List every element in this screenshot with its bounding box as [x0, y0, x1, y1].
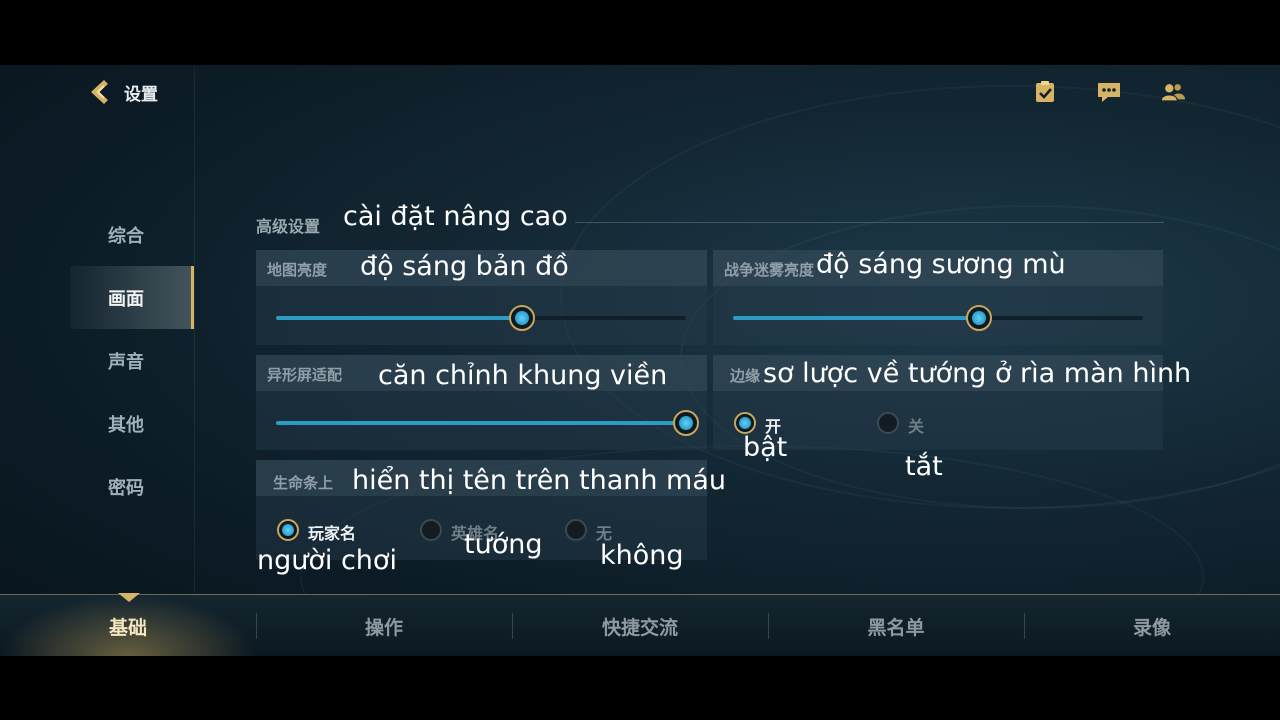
sidebar-item-display[interactable]: 画面	[70, 266, 194, 329]
tab-label: 黑名单	[867, 616, 925, 639]
hero-name-radio[interactable]	[420, 519, 442, 541]
bottom-tab-bar: 基础 操作 快捷交流 黑名单 录像	[0, 593, 1280, 656]
checklist-icon[interactable]	[1032, 79, 1058, 105]
friends-icon[interactable]	[1160, 79, 1186, 105]
section-divider	[575, 222, 1164, 223]
sidebar-nav: 综合 画面 声音 其他 密码	[70, 203, 194, 518]
edge-hero-on-radio[interactable]	[734, 412, 756, 434]
tab-quick-chat[interactable]: 快捷交流	[512, 595, 768, 656]
sidebar-item-other[interactable]: 其他	[70, 392, 194, 455]
slider-fill	[276, 316, 522, 320]
slider-knob[interactable]	[966, 305, 992, 331]
notch-adapt-subtitle: căn chỉnh khung viền	[378, 360, 668, 391]
notch-adapt-slider[interactable]	[276, 410, 699, 436]
sidebar-item-label: 画面	[108, 288, 144, 310]
sidebar-item-password[interactable]: 密码	[70, 455, 194, 518]
edge-hero-on-subtitle: bật	[743, 432, 788, 463]
no-name-radio[interactable]	[565, 519, 587, 541]
map-brightness-label: 地图亮度	[267, 261, 328, 279]
slider-knob[interactable]	[509, 305, 535, 331]
fog-brightness-slider[interactable]	[733, 305, 1143, 331]
notch-adapt-label: 异形屏适配	[267, 366, 343, 384]
slider-fill	[733, 316, 979, 320]
edge-hero-off-radio[interactable]	[877, 412, 899, 434]
slider-knob[interactable]	[673, 410, 699, 436]
back-arrow-icon	[91, 80, 108, 104]
tab-blacklist[interactable]: 黑名单	[768, 595, 1024, 656]
tab-controls[interactable]: 操作	[256, 595, 512, 656]
game-settings-screen: 设置 综合 画面 声音 其他 密码 高级设置 cài đặt nâng cao …	[0, 65, 1280, 656]
slider-fill	[276, 421, 686, 425]
player-name-label: 玩家名	[308, 524, 357, 543]
tab-replay[interactable]: 录像	[1024, 595, 1280, 656]
no-name-subtitle: không	[600, 540, 684, 571]
sidebar-item-label: 密码	[108, 477, 144, 499]
sidebar-divider	[194, 65, 195, 656]
tab-label: 基础	[108, 616, 147, 639]
tab-basic[interactable]: 基础	[0, 595, 256, 656]
tab-label: 操作	[364, 616, 403, 639]
fog-brightness-label: 战争迷雾亮度	[724, 261, 815, 279]
sidebar-item-label: 综合	[108, 225, 144, 247]
player-name-radio[interactable]	[277, 519, 299, 541]
edge-hero-off-subtitle: tắt	[905, 451, 943, 482]
sidebar-item-general[interactable]: 综合	[70, 203, 194, 266]
hero-name-subtitle: tướng	[464, 529, 543, 560]
map-brightness-subtitle: độ sáng bản đồ	[360, 251, 569, 282]
edge-hero-off-label: 关	[908, 417, 925, 436]
page-title: 设置	[124, 84, 158, 105]
edge-hero-label: 边缘	[730, 367, 761, 385]
back-button[interactable]: 设置	[86, 77, 158, 107]
health-bar-name-subtitle: hiển thị tên trên thanh máu	[352, 465, 727, 496]
tab-label: 录像	[1132, 616, 1171, 639]
section-subtitle: cài đặt nâng cao	[343, 201, 568, 232]
section-title: 高级设置	[256, 217, 321, 236]
chat-icon[interactable]	[1096, 79, 1122, 105]
edge-hero-subtitle: sơ lược về tướng ở rìa màn hình	[763, 358, 1192, 389]
tab-label: 快捷交流	[601, 616, 678, 639]
fog-brightness-subtitle: độ sáng sương mù	[816, 249, 1066, 280]
sidebar-item-label: 其他	[108, 414, 144, 436]
sidebar-item-label: 声音	[108, 351, 144, 373]
player-name-subtitle: người chơi	[257, 545, 397, 576]
sidebar-item-sound[interactable]: 声音	[70, 329, 194, 392]
health-bar-name-label: 生命条上	[273, 474, 334, 492]
map-brightness-slider[interactable]	[276, 305, 686, 331]
